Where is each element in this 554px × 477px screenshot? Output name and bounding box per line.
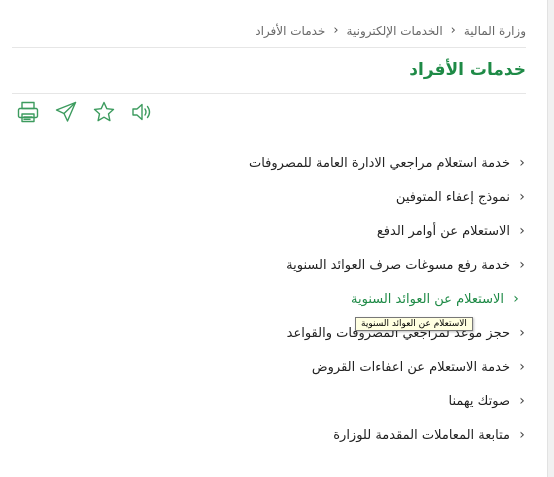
chevron-left-icon: ‹ [519, 359, 525, 375]
breadcrumb-item-eservices[interactable]: الخدمات الإلكترونية [347, 24, 443, 38]
service-label: خدمة الاستعلام عن اعفاءات القروض [311, 359, 510, 375]
service-link-deceased-exemption[interactable]: ‹ نموذج إعفاء المتوفين [249, 180, 528, 214]
tooltip: الاستعلام عن العوائد السنوية [355, 317, 473, 331]
service-label: الاستعلام عن العوائد السنوية [351, 291, 504, 307]
service-label: صوتك يهمنا [448, 393, 510, 409]
page-title: خدمات الأفراد [409, 60, 526, 80]
chevron-left-icon: ‹ [513, 291, 519, 307]
star-icon[interactable] [90, 98, 118, 126]
breadcrumb-separator-icon: ‹ [333, 23, 339, 38]
service-link-expenses-inquiry[interactable]: ‹ خدمة استعلام مراجعي الادارة العامة للم… [249, 146, 528, 180]
chevron-left-icon: ‹ [519, 155, 525, 171]
service-link-upload-annual-returns-docs[interactable]: ‹ خدمة رفع مسوغات صرف العوائد السنوية [249, 248, 528, 282]
services-list: ‹ خدمة استعلام مراجعي الادارة العامة للم… [249, 146, 528, 452]
service-link-track-transactions[interactable]: ‹ متابعة المعاملات المقدمة للوزارة [249, 418, 528, 452]
chevron-left-icon: ‹ [519, 427, 525, 443]
service-label: نموذج إعفاء المتوفين [395, 189, 510, 205]
service-label: الاستعلام عن أوامر الدفع [376, 223, 510, 239]
service-label: متابعة المعاملات المقدمة للوزارة [333, 427, 510, 443]
print-icon[interactable] [14, 98, 42, 126]
service-label: خدمة رفع مسوغات صرف العوائد السنوية [286, 257, 510, 273]
scrollbar[interactable] [547, 0, 554, 477]
send-icon[interactable] [52, 98, 80, 126]
breadcrumb-item-ministry[interactable]: وزارة المالية [464, 24, 526, 38]
chevron-left-icon: ‹ [519, 393, 525, 409]
chevron-left-icon: ‹ [519, 257, 525, 273]
divider [12, 47, 526, 48]
breadcrumb-separator-icon: ‹ [450, 23, 456, 38]
breadcrumb-item-individuals[interactable]: خدمات الأفراد [255, 24, 325, 38]
page: وزارة المالية ‹ الخدمات الإلكترونية ‹ خد… [0, 0, 554, 477]
service-label: خدمة استعلام مراجعي الادارة العامة للمصر… [248, 155, 510, 171]
divider [12, 93, 526, 94]
service-link-your-voice[interactable]: ‹ صوتك يهمنا [249, 384, 528, 418]
chevron-left-icon: ‹ [519, 189, 525, 205]
breadcrumb: وزارة المالية ‹ الخدمات الإلكترونية ‹ خد… [255, 23, 526, 38]
service-link-annual-returns-inquiry[interactable]: ‹ الاستعلام عن العوائد السنوية [249, 282, 528, 316]
service-link-payment-orders[interactable]: ‹ الاستعلام عن أوامر الدفع [249, 214, 528, 248]
chevron-left-icon: ‹ [519, 223, 525, 239]
service-link-loan-exemptions[interactable]: ‹ خدمة الاستعلام عن اعفاءات القروض [249, 350, 528, 384]
chevron-left-icon: ‹ [519, 325, 525, 341]
page-toolbar [14, 98, 156, 126]
speaker-icon[interactable] [128, 98, 156, 126]
